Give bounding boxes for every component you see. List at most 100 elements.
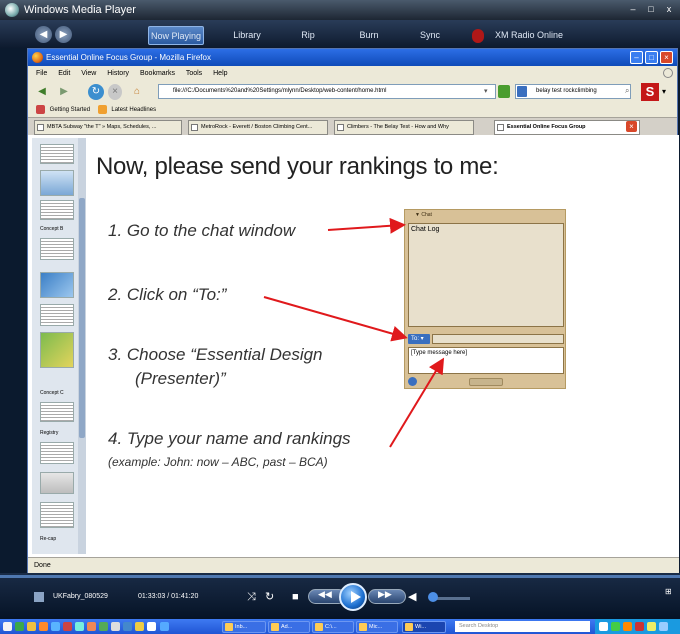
tab-now-playing[interactable]: Now Playing xyxy=(148,26,204,45)
url-bar[interactable]: file:///C:/Documents%20and%20Settings/ml… xyxy=(158,84,496,99)
taskbar-item-mic[interactable]: Mic... xyxy=(356,621,398,633)
tab-favicon xyxy=(497,124,504,131)
media-title: UKFabry_080529 xyxy=(53,593,108,600)
quicklaunch-icon[interactable] xyxy=(160,622,169,631)
reload-icon[interactable]: ↻ xyxy=(88,84,104,100)
tab-mbta[interactable]: MBTA Subway "the T" » Maps, Schedules, .… xyxy=(34,120,182,135)
quicklaunch-icon[interactable] xyxy=(135,622,144,631)
search-engine-icon[interactable] xyxy=(517,86,527,97)
throbber-icon xyxy=(663,68,673,78)
quicklaunch-icon[interactable] xyxy=(99,622,108,631)
wmp-logo-icon xyxy=(5,3,19,17)
quicklaunch-icon[interactable] xyxy=(39,622,48,631)
wmp-title: Windows Media Player xyxy=(24,4,136,16)
stop-icon[interactable]: × xyxy=(108,84,122,100)
play-icon xyxy=(351,591,361,603)
wmp-title-bar: Windows Media Player – □ x xyxy=(0,0,680,20)
tray-icon[interactable] xyxy=(659,622,668,631)
tab-library[interactable]: Library xyxy=(228,26,266,45)
tab-sync[interactable]: Sync xyxy=(417,26,443,45)
media-icon xyxy=(34,592,44,602)
quicklaunch-icon[interactable] xyxy=(147,622,156,631)
quicklaunch-icon[interactable] xyxy=(123,622,132,631)
maximize-button[interactable]: □ xyxy=(644,3,658,16)
task-icon xyxy=(315,623,323,631)
stumbleupon-icon[interactable]: S xyxy=(641,83,659,101)
back-arrow-icon[interactable]: ◀ xyxy=(35,26,52,43)
volume-knob[interactable] xyxy=(428,592,438,602)
bookmark-getting-started[interactable]: Getting Started xyxy=(50,107,90,113)
forward-arrow-icon[interactable]: ▶ xyxy=(55,26,72,43)
tab-metrorock[interactable]: MetroRock - Everett / Boston Climbing Ce… xyxy=(188,120,328,135)
bookmark-latest-headlines[interactable]: Latest Headlines xyxy=(111,107,156,113)
menu-tools[interactable]: Tools xyxy=(186,70,202,77)
menu-help[interactable]: Help xyxy=(213,70,227,77)
speaker-icon[interactable]: ◀ xyxy=(408,587,416,607)
menu-edit[interactable]: Edit xyxy=(58,70,70,77)
task-label: Wi... xyxy=(415,624,426,630)
tab-favicon xyxy=(337,124,344,131)
search-input[interactable]: belay test rockclimbing xyxy=(515,84,631,99)
xm-radio-icon xyxy=(472,29,484,43)
quicklaunch-icon[interactable] xyxy=(111,622,120,631)
desktop-search-input[interactable]: Search Desktop xyxy=(455,621,590,632)
desktop-search-placeholder: Search Desktop xyxy=(459,623,499,629)
quicklaunch-icon[interactable] xyxy=(51,622,60,631)
ff-close-button[interactable]: × xyxy=(660,51,673,64)
quicklaunch-icon[interactable] xyxy=(15,622,24,631)
firefox-logo-icon xyxy=(32,52,43,63)
tab-favicon xyxy=(191,124,198,131)
tab-burn[interactable]: Burn xyxy=(356,26,382,45)
url-dropdown-icon[interactable]: ▾ xyxy=(484,87,488,95)
close-button[interactable]: x xyxy=(662,3,676,16)
quicklaunch-icon[interactable] xyxy=(63,622,72,631)
tray-icon[interactable] xyxy=(611,622,620,631)
quicklaunch-icon[interactable] xyxy=(3,622,12,631)
tab-xm-radio[interactable]: XM Radio Online xyxy=(494,26,564,45)
taskbar-item-ad[interactable]: Ad... xyxy=(268,621,310,633)
quicklaunch-icon[interactable] xyxy=(87,622,96,631)
quicklaunch-icon[interactable] xyxy=(27,622,36,631)
tab-essential-focus-group[interactable]: Essential Online Focus Group xyxy=(494,120,640,135)
menu-file[interactable]: File xyxy=(36,70,47,77)
toolbar-menu-icon[interactable]: ▾ xyxy=(662,87,666,96)
tray-icon[interactable] xyxy=(623,622,632,631)
tray-icon[interactable] xyxy=(635,622,644,631)
play-button[interactable] xyxy=(339,583,367,611)
stop-button[interactable]: ■ xyxy=(292,587,299,607)
menu-history[interactable]: History xyxy=(107,70,129,77)
ff-maximize-button[interactable]: □ xyxy=(645,51,658,64)
quicklaunch-icon[interactable] xyxy=(75,622,84,631)
menu-bookmarks[interactable]: Bookmarks xyxy=(140,70,175,77)
tray-icon[interactable] xyxy=(647,622,656,631)
tab-close-button[interactable]: × xyxy=(626,121,637,132)
search-icon[interactable]: ⌕ xyxy=(625,86,629,96)
taskbar-item-inbox[interactable]: Inb... xyxy=(222,621,266,633)
getting-started-icon xyxy=(36,104,45,114)
go-button[interactable] xyxy=(498,85,510,98)
tray-icon[interactable] xyxy=(599,622,608,631)
tab-rip[interactable]: Rip xyxy=(296,26,320,45)
screen: Windows Media Player – □ x ◀ ▶ Now Playi… xyxy=(0,0,680,634)
ff-minimize-button[interactable]: – xyxy=(630,51,643,64)
taskbar-item-explorer[interactable]: C:\... xyxy=(312,621,354,633)
task-label: Ad... xyxy=(281,624,293,630)
menu-view[interactable]: View xyxy=(81,70,96,77)
system-tray xyxy=(595,619,680,634)
shuffle-icon[interactable]: ⤨ xyxy=(247,587,256,607)
taskbar-item-wmp[interactable]: Wi... xyxy=(402,621,446,633)
firefox-title: Essential Online Focus Group - Mozilla F… xyxy=(46,53,211,62)
forward-button[interactable]: ▶ xyxy=(56,84,72,100)
minimize-button[interactable]: – xyxy=(626,3,640,16)
mini-mode-icon[interactable]: ⊞ xyxy=(665,587,672,596)
repeat-icon[interactable]: ↻ xyxy=(265,587,274,607)
wmp-tab-bar: ◀ ▶ Now Playing Library Rip Burn Sync XM… xyxy=(0,20,680,48)
time-display: 01:33:03 / 01:41:20 xyxy=(138,593,199,600)
arrow-to-chat xyxy=(327,217,406,234)
tab-climbers[interactable]: Climbers - The Belay Test - How and Why xyxy=(334,120,474,135)
home-icon[interactable]: ⌂ xyxy=(129,84,145,100)
firefox-window: Essential Online Focus Group - Mozilla F… xyxy=(27,48,679,573)
seek-bar[interactable] xyxy=(0,575,680,578)
bookmarks-toolbar: Getting Started Latest Headlines xyxy=(28,103,677,117)
back-button[interactable]: ◀ xyxy=(34,84,50,100)
